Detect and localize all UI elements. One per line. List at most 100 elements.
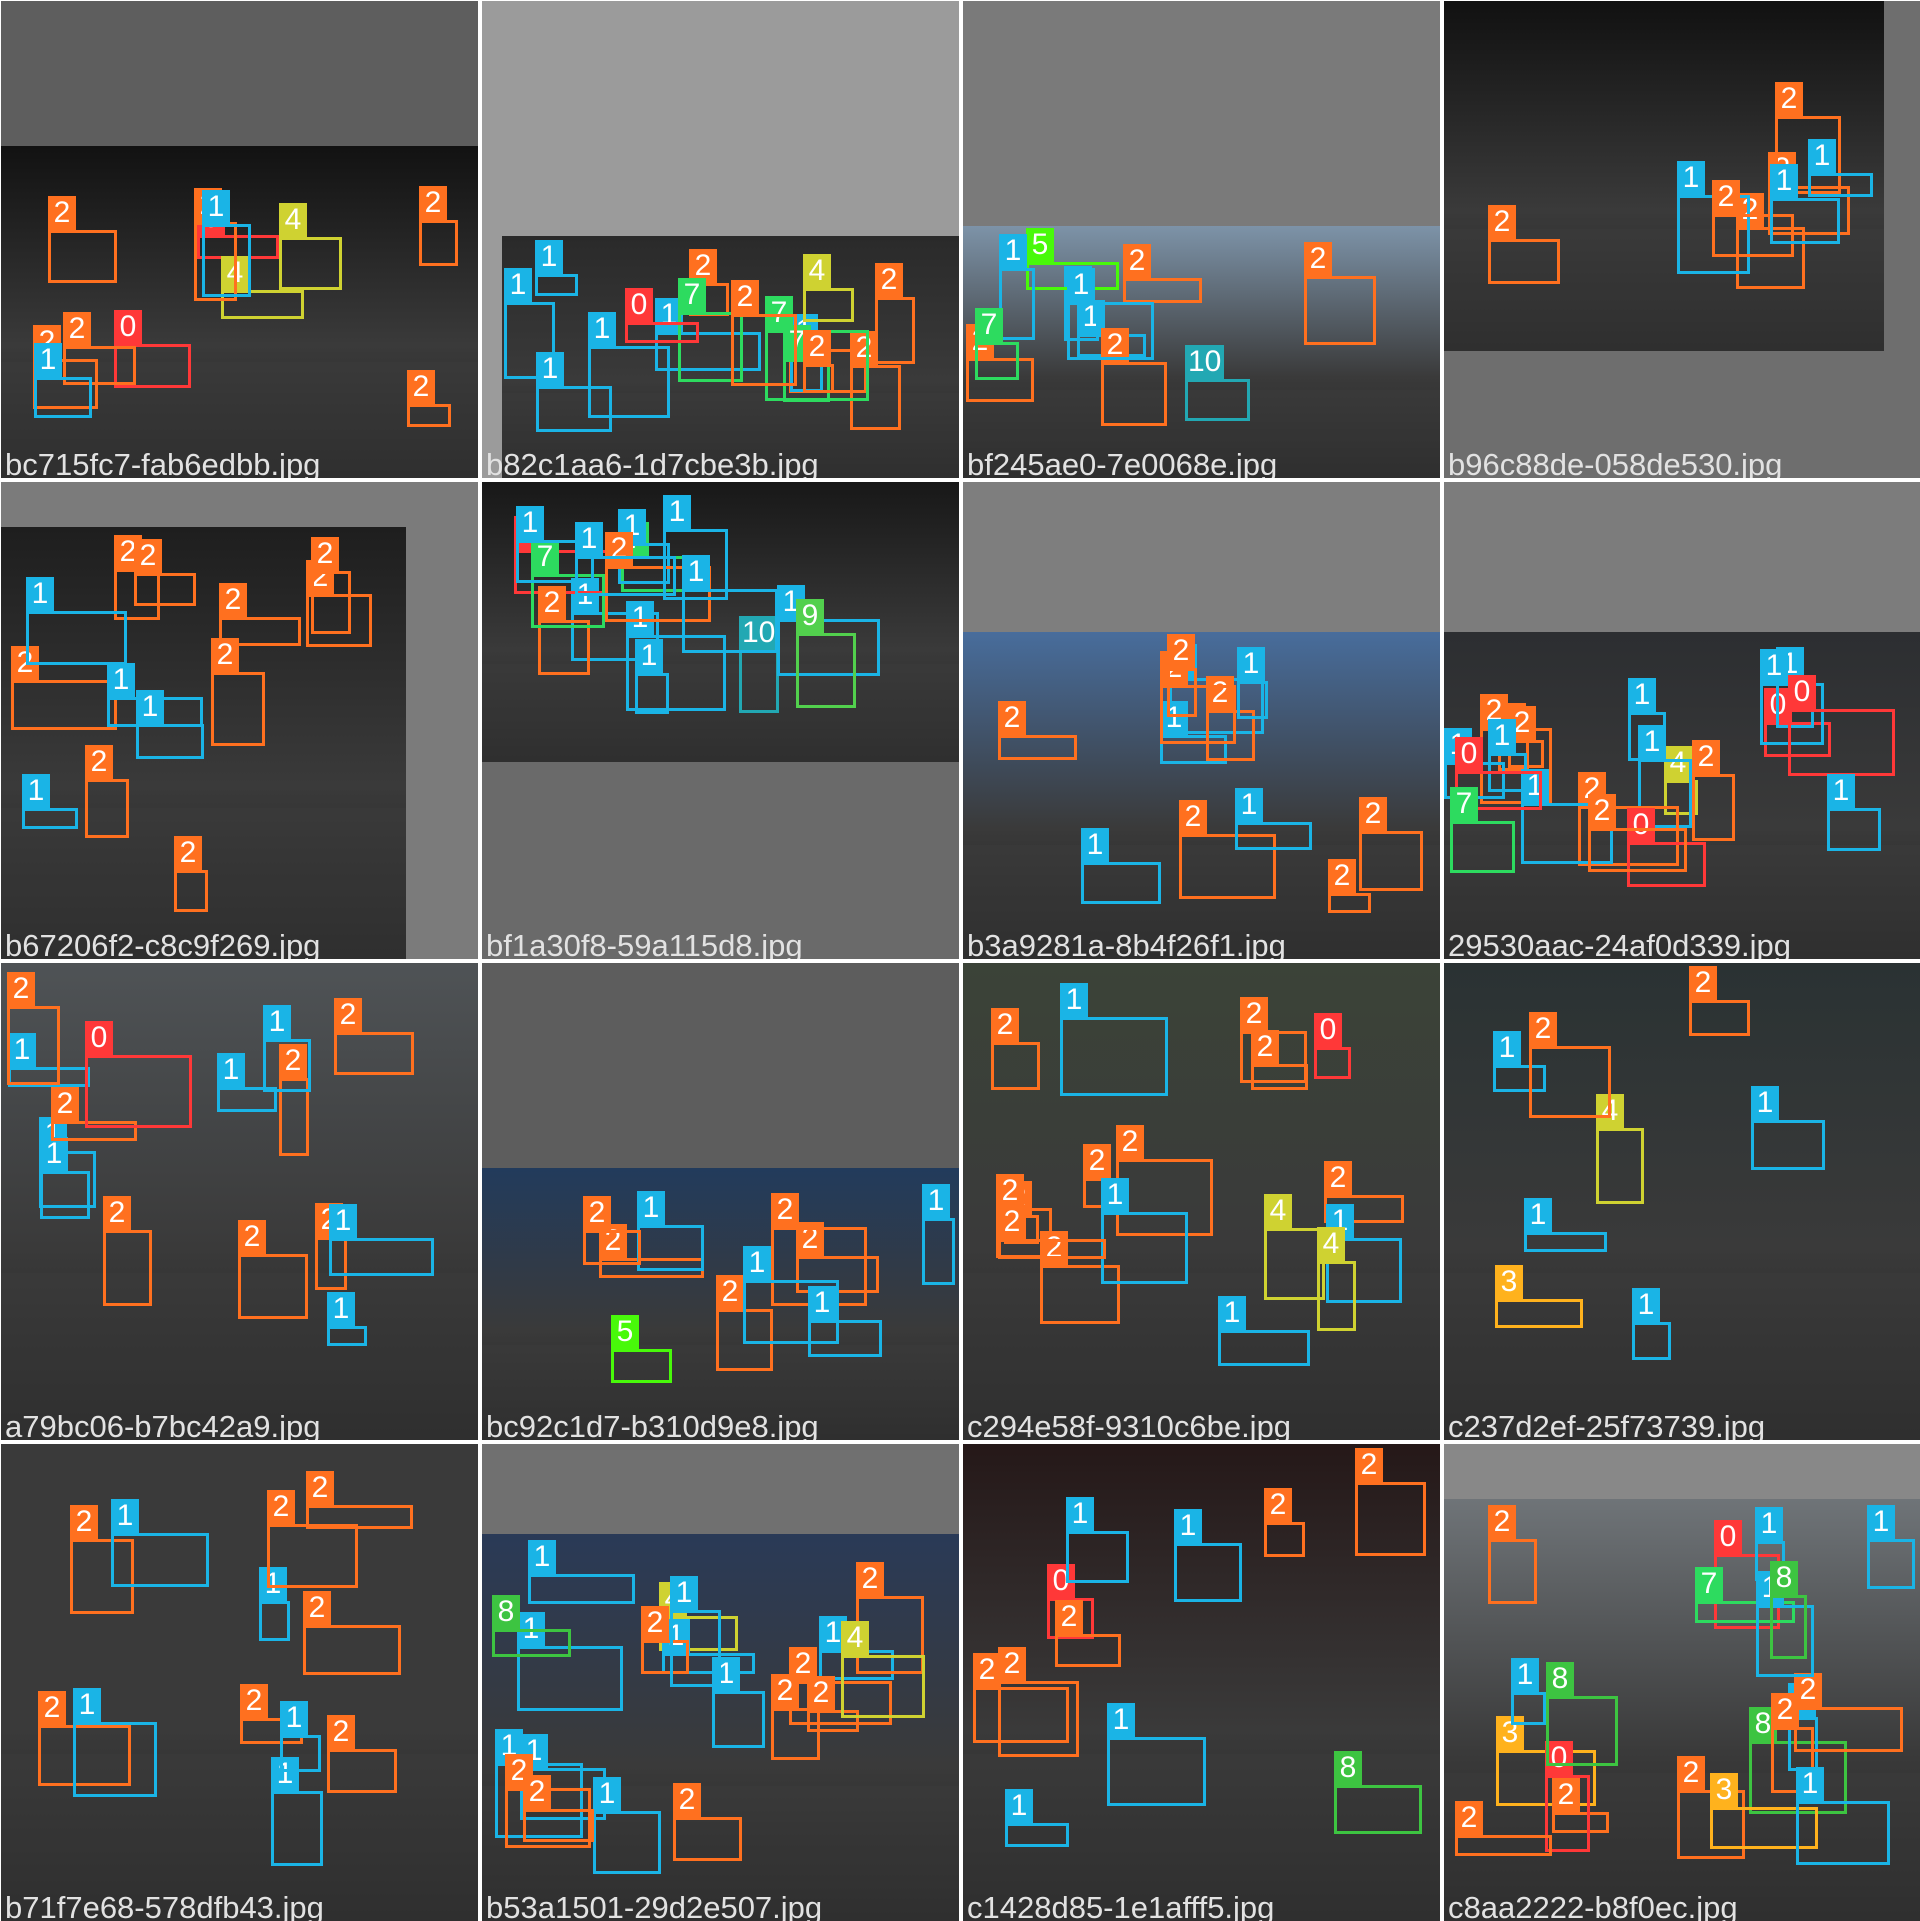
detection-label: 1 [1067, 268, 1095, 302]
detection-label: 1 [1107, 1703, 1135, 1737]
detection-label: 1 [637, 1191, 665, 1225]
detection-box [1055, 1634, 1121, 1667]
detection-label: 1 [1488, 719, 1516, 753]
detection-label: 1 [535, 240, 563, 274]
detection-box [85, 779, 129, 838]
detection-label: 2 [803, 330, 831, 364]
detection-label: 2 [7, 972, 35, 1006]
detection-label: 2 [240, 1684, 268, 1718]
detection-box [492, 1629, 571, 1657]
detection-box [1264, 1522, 1305, 1557]
detection-label: 1 [1235, 788, 1263, 822]
detection-label: 2 [583, 1196, 611, 1230]
detection-label: 2 [1588, 794, 1616, 828]
detection-label: 1 [40, 1137, 68, 1171]
detection-label: 1 [1808, 139, 1836, 173]
detection-box [1808, 173, 1873, 197]
detection-label: 2 [996, 1174, 1024, 1208]
detection-box [211, 672, 265, 746]
detection-box [875, 297, 915, 364]
detection-box [1511, 1692, 1546, 1725]
image-filename: b3a9281a-8b4f26f1.jpg [967, 928, 1286, 959]
detection-box [975, 342, 1019, 380]
detection-label: 2 [875, 263, 903, 297]
detection-label: 2 [134, 539, 162, 573]
detection-box [1867, 1539, 1915, 1589]
detection-box [1240, 1031, 1307, 1083]
detection-label: 1 [635, 639, 663, 673]
detection-label: 2 [51, 1087, 79, 1121]
detection-label: 1 [1770, 164, 1798, 198]
detection-box [670, 1610, 721, 1687]
detection-box [1005, 1823, 1069, 1847]
detection-label: 2 [1689, 966, 1717, 1000]
detection-label: 1 [504, 268, 532, 302]
detection-label: 2 [334, 998, 362, 1032]
detection-label: 8 [1770, 1561, 1798, 1595]
detection-box [1529, 1046, 1611, 1118]
detection-box [922, 1218, 955, 1285]
image-filename: 29530aac-24af0d339.jpg [1448, 928, 1792, 959]
detection-label: 1 [1493, 1031, 1521, 1065]
detection-box [73, 1722, 157, 1797]
image-filename: b96c88de-058de530.jpg [1448, 447, 1783, 478]
detection-box [712, 1691, 765, 1748]
detection-box [279, 237, 342, 290]
detection-box [625, 322, 699, 343]
detection-box [1081, 862, 1161, 904]
detection-label: 2 [1712, 180, 1740, 214]
detection-box [1185, 379, 1250, 421]
detection-label: 1 [329, 1204, 357, 1238]
mosaic-tile: 22117427071122211b82c1aa6-1d7cbe3b.jpg [482, 1, 959, 478]
detection-label: 2 [807, 1676, 835, 1710]
detection-box [303, 1625, 401, 1675]
mosaic-tile: 2 5 2 2 2 1 1 1 1 2 bc92c1d7-b310d9e8.jpg [482, 963, 959, 1440]
detection-label: 2 [174, 836, 202, 870]
detection-label: 2 [303, 1591, 331, 1625]
detection-label: 1 [217, 1053, 245, 1087]
detection-label: 2 [311, 537, 339, 571]
detection-box [311, 571, 351, 634]
detection-label: 2 [1455, 1801, 1483, 1835]
detection-box [637, 1225, 704, 1271]
detection-box [1788, 709, 1895, 776]
detection-box [1689, 1000, 1750, 1036]
detection-label: 2 [973, 1653, 1001, 1687]
image-filename: c8aa2222-b8f0ec.jpg [1448, 1890, 1738, 1921]
detection-box [1317, 1261, 1356, 1331]
detection-label: 1 [1677, 161, 1705, 195]
detection-label: 7 [678, 278, 706, 312]
mosaic-tile: 112221121121220a79bc06-b7bc42a9.jpg [1, 963, 478, 1440]
mosaic-tile: 11242111112228112242b53a1501-29d2e507.jp… [482, 1444, 959, 1921]
image-filename: c237d2ef-25f73739.jpg [1448, 1409, 1766, 1440]
detection-label: 2 [103, 1196, 131, 1230]
detection-label: 1 [536, 352, 564, 386]
detection-box [973, 1687, 1069, 1743]
detection-label: 1 [1218, 1296, 1246, 1330]
image-filename: c294e58f-9310c6be.jpg [967, 1409, 1292, 1440]
detection-label: 2 [63, 312, 91, 346]
detection-label: 1 [1632, 1288, 1660, 1322]
detection-label: 2 [998, 701, 1026, 735]
detection-box [1314, 1047, 1351, 1079]
detection-box [998, 735, 1077, 760]
detection-box [111, 1533, 209, 1587]
detection-label: 8 [492, 1595, 520, 1629]
image-filename: bf1a30f8-59a115d8.jpg [486, 928, 803, 959]
detection-label: 0 [85, 1021, 113, 1055]
detection-box [34, 377, 92, 418]
mosaic-tile: 22221121b96c88de-058de530.jpg [1444, 1, 1920, 478]
mosaic-tile: 0 2 1 1 2 2 2 8 1 1 2 c1428d85-1e1afff5.jpg [963, 1444, 1440, 1921]
detection-label: 2 [1328, 859, 1356, 893]
detection-label: 2 [856, 1562, 884, 1596]
detection-label: 2 [419, 186, 447, 220]
detection-label: 7 [975, 308, 1003, 342]
detection-label: 1 [73, 1688, 101, 1722]
detection-box [271, 1791, 323, 1866]
detection-label: 1 [1060, 983, 1088, 1017]
detection-label: 1 [202, 190, 230, 224]
mosaic-tile: 220042242211bc715fc7-fab6edbb.jpg [1, 1, 478, 478]
detection-box [280, 1735, 321, 1772]
detection-box [743, 1280, 839, 1344]
detection-label: 8 [1334, 1751, 1362, 1785]
